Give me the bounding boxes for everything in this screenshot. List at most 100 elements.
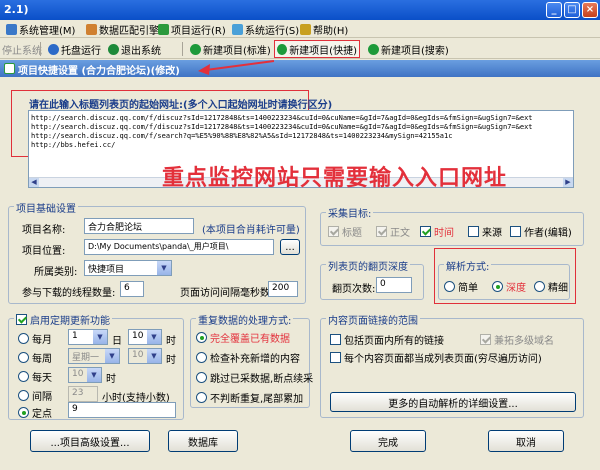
monthly-day-select[interactable]: 1 ▼ xyxy=(68,329,108,345)
browse-button[interactable]: ... xyxy=(280,239,300,255)
fixed-label: 定点 xyxy=(32,409,52,420)
parse-deep-radio[interactable]: 深度 xyxy=(492,279,526,294)
category-select[interactable]: 快捷项目 ▼ xyxy=(84,260,172,276)
cancel-button[interactable]: 取消 xyxy=(488,430,564,452)
day-unit: 日 xyxy=(112,336,122,347)
include-all-links-checkbox[interactable]: 包括页面内所有的链接 xyxy=(330,332,444,347)
dup-skip-radio[interactable]: 跳过已采数据,断点续采 xyxy=(196,370,313,385)
menu-data-engine[interactable]: 数据匹配引擎 xyxy=(86,22,159,37)
threads-input[interactable]: 6 xyxy=(120,281,144,297)
menu-label: 系统管理(M) xyxy=(19,26,76,37)
dup-append-label: 不判断重复,尾部累加 xyxy=(210,394,304,405)
url-line: http://search.discuz.qq.com/f/discuz?sId… xyxy=(31,123,533,131)
schedule-fixed-radio[interactable]: 定点 xyxy=(18,405,52,420)
daily-label: 每天 xyxy=(32,373,52,384)
tray-icon xyxy=(48,43,59,55)
interval-input[interactable]: 200 xyxy=(268,281,298,297)
collect-source-checkbox[interactable]: 来源 xyxy=(468,224,502,239)
schedule-enable-checkbox[interactable]: 启用定期更新功能 xyxy=(14,312,112,327)
checkbox-box xyxy=(330,352,341,363)
weekly-day-select[interactable]: 星期一 ▼ xyxy=(68,348,120,364)
collect-body-checkbox[interactable]: 正文 xyxy=(376,224,410,239)
parse-deep-label: 深度 xyxy=(506,283,526,294)
parse-simple-radio[interactable]: 简单 xyxy=(444,279,478,294)
menu-system[interactable]: 系统管理(M) xyxy=(6,22,75,37)
toolbar: 停止系统 托盘运行 退出系统 新建项目(标准) 新建项目(快捷) 新建项目(搜索… xyxy=(0,39,600,59)
schedule-legend: 启用定期更新功能 xyxy=(30,316,110,327)
advanced-settings-button[interactable]: ...项目高级设置... xyxy=(30,430,150,452)
include-all-links-label: 包括页面内所有的链接 xyxy=(344,336,444,347)
project-name-label: 项目名称: xyxy=(22,225,66,236)
scroll-right-icon[interactable]: ▶ xyxy=(563,178,573,187)
checkbox-box xyxy=(328,226,339,237)
menu-system-run[interactable]: 系统运行(S) xyxy=(232,22,299,37)
monthly-hour-value: 10 xyxy=(132,331,144,341)
dialog-title: 项目快捷设置 (合力合肥论坛)(修改) xyxy=(18,66,180,77)
checkbox-box xyxy=(468,226,479,237)
collect-time-checkbox[interactable]: 时间 xyxy=(420,224,454,239)
monthly-hour-select[interactable]: 10 ▼ xyxy=(128,329,162,345)
database-button[interactable]: 数据库 xyxy=(168,430,238,452)
new-project-search-button[interactable]: 新建项目(搜索) xyxy=(366,41,451,57)
dup-append-radio[interactable]: 不判断重复,尾部累加 xyxy=(196,390,303,405)
settings-icon xyxy=(4,63,15,74)
collect-author-label: 作者(编辑) xyxy=(524,228,572,239)
minimize-button[interactable]: _ xyxy=(546,2,562,18)
interval-label: 页面访问间隔毫秒数: xyxy=(180,288,274,299)
annotation-arrow-icon xyxy=(198,60,275,75)
scroll-left-icon[interactable]: ◀ xyxy=(29,178,39,187)
page-depth-input[interactable]: 0 xyxy=(376,277,412,293)
collect-targets-legend: 采集目标: xyxy=(326,205,374,220)
project-name-input[interactable]: 合力合肥论坛 xyxy=(84,218,194,234)
dup-overwrite-radio[interactable]: 完全覆盖已有数据 xyxy=(196,330,290,345)
collect-author-checkbox[interactable]: 作者(编辑) xyxy=(510,224,572,239)
stop-system-button[interactable]: 停止系统 xyxy=(0,41,44,57)
collect-title-label: 标题 xyxy=(342,228,362,239)
radio-circle xyxy=(492,281,503,292)
radio-circle xyxy=(196,392,207,403)
radio-circle xyxy=(18,407,29,418)
run-icon xyxy=(158,24,169,35)
duplicate-handling-legend: 重复数据的处理方式: xyxy=(196,312,294,327)
checkbox-box xyxy=(330,334,341,345)
project-location-label: 项目位置: xyxy=(22,246,66,257)
schedule-interval-input[interactable]: 23 xyxy=(68,386,98,402)
collect-title-checkbox[interactable]: 标题 xyxy=(328,224,362,239)
checkbox-box xyxy=(16,314,27,325)
dup-supplement-radio[interactable]: 检查补充新增的内容 xyxy=(196,350,300,365)
ok-button[interactable]: 完成 xyxy=(350,430,426,452)
schedule-monthly-radio[interactable]: 每月 xyxy=(18,331,52,346)
weekly-hour-select[interactable]: 10 ▼ xyxy=(128,348,162,364)
schedule-interval-radio[interactable]: 间隔 xyxy=(18,388,52,403)
exit-label: 退出系统 xyxy=(121,45,161,57)
exit-system-button[interactable]: 退出系统 xyxy=(106,41,163,57)
schedule-daily-radio[interactable]: 每天 xyxy=(18,369,52,384)
tray-run-button[interactable]: 托盘运行 xyxy=(46,41,103,57)
schedule-weekly-radio[interactable]: 每周 xyxy=(18,350,52,365)
radio-circle xyxy=(196,332,207,343)
daily-hour-select[interactable]: 10 ▼ xyxy=(68,367,102,383)
dup-overwrite-label: 完全覆盖已有数据 xyxy=(210,334,290,345)
help-icon xyxy=(300,24,311,35)
parse-simple-label: 简单 xyxy=(458,283,478,294)
new-standard-label: 新建项目(标准) xyxy=(203,45,271,57)
new-project-quick-button[interactable]: 新建项目(快捷) xyxy=(274,40,360,58)
project-location-input[interactable]: D:\My Documents\panda\_用户项目\ xyxy=(84,239,274,255)
maximize-button[interactable]: □ xyxy=(564,2,580,18)
toolbar-separator xyxy=(182,42,183,56)
close-button[interactable]: × xyxy=(582,2,598,18)
schedule-fixed-input[interactable]: 9 xyxy=(68,402,176,418)
multi-domain-checkbox[interactable]: 兼拓多级域名 xyxy=(480,332,554,347)
treat-as-list-checkbox[interactable]: 每个内容页面都当成列表页面(穷尽遍历访问) xyxy=(330,350,542,365)
treat-as-list-label: 每个内容页面都当成列表页面(穷尽遍历访问) xyxy=(344,354,542,365)
parse-fine-radio[interactable]: 精细 xyxy=(534,279,568,294)
category-value: 快捷项目 xyxy=(88,265,125,275)
menu-help[interactable]: 帮助(H) xyxy=(300,22,348,37)
new-project-standard-button[interactable]: 新建项目(标准) xyxy=(188,41,273,57)
menu-project-run[interactable]: 项目运行(R) xyxy=(158,22,226,37)
interval-radio-label: 间隔 xyxy=(32,392,52,403)
add-icon xyxy=(277,43,288,55)
more-parse-settings-button[interactable]: 更多的自动解析的详细设置... xyxy=(330,392,576,412)
hour-unit: 时 xyxy=(166,336,176,347)
daily-hour-value: 10 xyxy=(72,369,84,379)
